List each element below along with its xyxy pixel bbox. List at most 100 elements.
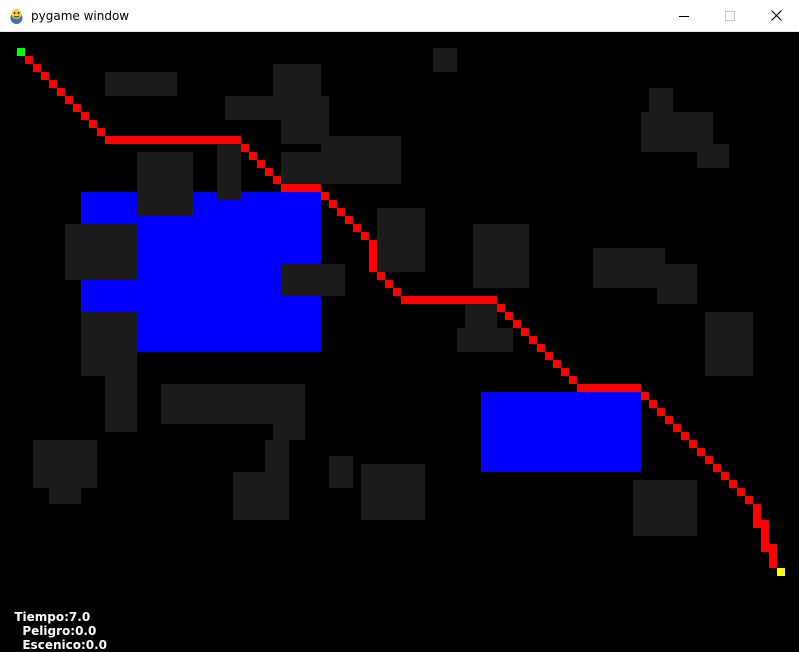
path-cell — [705, 456, 713, 464]
maximize-icon — [725, 10, 735, 21]
path-cell — [281, 184, 289, 192]
path-cell — [457, 296, 465, 304]
path-cell — [577, 384, 585, 392]
path-cell — [73, 104, 81, 112]
path-cell — [161, 136, 169, 144]
path-cell — [769, 552, 777, 560]
path-cell — [513, 320, 521, 328]
path-cell — [209, 136, 217, 144]
obstacle-block — [137, 152, 193, 216]
path-cell — [233, 136, 241, 144]
obstacle-block — [633, 480, 697, 536]
path-cell — [569, 376, 577, 384]
obstacle-block — [265, 440, 289, 472]
water-region — [481, 392, 641, 472]
path-cell — [753, 504, 761, 512]
game-canvas[interactable] — [0, 32, 799, 623]
path-cell — [89, 120, 97, 128]
escenico-value: Escenico:0.0 — [22, 638, 108, 652]
obstacle-block — [649, 88, 673, 112]
path-cell — [633, 384, 641, 392]
obstacle-block — [457, 328, 513, 352]
path-cell — [761, 536, 769, 544]
obstacle-block — [281, 264, 345, 296]
path-cell — [489, 296, 497, 304]
path-cell — [169, 136, 177, 144]
obstacle-block — [593, 248, 665, 288]
path-cell — [153, 136, 161, 144]
path-cell — [481, 296, 489, 304]
path-cell — [241, 144, 249, 152]
obstacle-block — [81, 312, 137, 352]
close-icon — [770, 10, 782, 21]
path-cell — [561, 368, 569, 376]
path-cell — [249, 152, 257, 160]
goal-marker — [777, 568, 785, 576]
path-cell — [761, 520, 769, 528]
path-cell — [617, 384, 625, 392]
obstacle-block — [465, 304, 497, 328]
obstacle-block — [65, 224, 137, 280]
path-cell — [273, 176, 281, 184]
obstacle-block — [473, 224, 529, 288]
obstacle-block — [321, 136, 401, 184]
path-cell — [769, 544, 777, 552]
path-cell — [217, 136, 225, 144]
path-cell — [105, 136, 113, 144]
path-cell — [465, 296, 473, 304]
path-cell — [649, 400, 657, 408]
path-cell — [441, 296, 449, 304]
obstacle-block — [273, 400, 305, 440]
path-cell — [113, 136, 121, 144]
path-cell — [721, 472, 729, 480]
path-cell — [41, 72, 49, 80]
pygame-snake-icon — [8, 7, 25, 25]
obstacle-block — [329, 456, 353, 488]
start-marker — [17, 48, 25, 56]
path-cell — [49, 80, 57, 88]
path-cell — [337, 208, 345, 216]
path-cell — [361, 232, 369, 240]
window-titlebar[interactable]: pygame window — [0, 0, 799, 32]
path-cell — [601, 384, 609, 392]
path-cell — [97, 128, 105, 136]
path-cell — [353, 224, 361, 232]
path-cell — [25, 56, 33, 64]
minimize-icon — [679, 15, 689, 17]
path-cell — [497, 304, 505, 312]
path-cell — [753, 512, 761, 520]
water-region — [193, 192, 321, 216]
tiempo-value: Tiempo:7.0 — [14, 610, 91, 624]
path-cell — [265, 168, 273, 176]
path-cell — [593, 384, 601, 392]
path-cell — [369, 264, 377, 272]
path-cell — [521, 328, 529, 336]
path-cell — [369, 256, 377, 264]
path-cell — [657, 408, 665, 416]
path-cell — [761, 528, 769, 536]
maximize-button[interactable] — [707, 0, 753, 31]
path-cell — [185, 136, 193, 144]
path-cell — [537, 344, 545, 352]
path-cell — [65, 96, 73, 104]
peligro-value: Peligro:0.0 — [22, 624, 97, 638]
path-cell — [665, 416, 673, 424]
obstacle-block — [705, 312, 753, 376]
close-button[interactable] — [753, 0, 799, 31]
minimize-button[interactable] — [661, 0, 707, 31]
obstacle-block — [361, 464, 425, 520]
obstacle-block — [233, 472, 289, 520]
path-cell — [769, 560, 777, 568]
path-cell — [505, 312, 513, 320]
path-cell — [257, 160, 265, 168]
obstacle-block — [657, 264, 697, 304]
path-cell — [145, 136, 153, 144]
obstacle-block — [377, 208, 425, 272]
obstacle-block — [217, 144, 241, 200]
path-cell — [137, 136, 145, 144]
path-cell — [689, 440, 697, 448]
path-cell — [761, 544, 769, 552]
path-cell — [321, 192, 329, 200]
path-cell — [385, 280, 393, 288]
path-cell — [473, 296, 481, 304]
